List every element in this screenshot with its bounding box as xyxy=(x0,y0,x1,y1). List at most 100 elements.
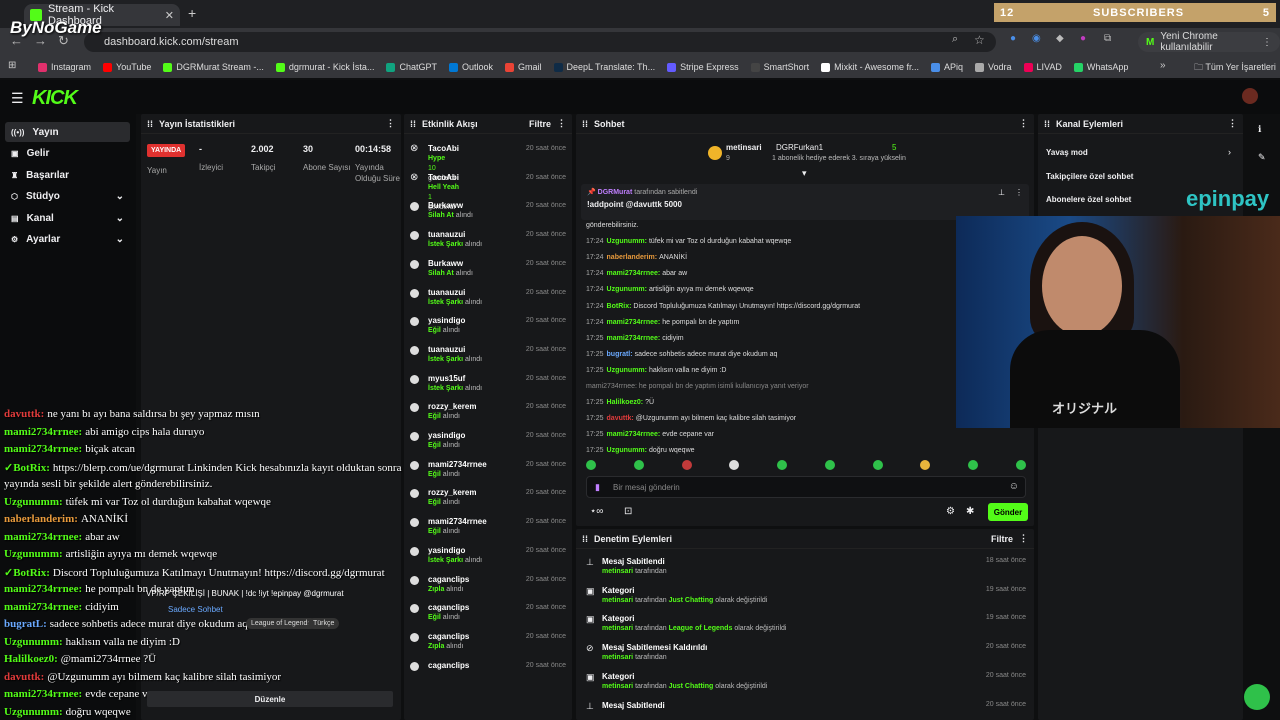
chat-message-input[interactable]: ▮ Bir mesaj gönderin ☺ xyxy=(586,476,1026,498)
sidebar-item-başarılar[interactable]: ♜ Başarılar xyxy=(5,165,130,185)
chat-text: Discord Topluluğumuza Katılmayı Unutmayı… xyxy=(633,302,861,310)
drag-handle-icon[interactable]: ⁞⁞ xyxy=(147,119,153,129)
bookmark-favicon-icon xyxy=(1023,62,1033,72)
pinned-menu-icon[interactable]: ⋮ xyxy=(1015,188,1023,197)
moderation-filter-button[interactable]: Filtre xyxy=(991,534,1013,544)
overlay-text: doğru wqeqwe xyxy=(65,705,131,718)
panel-menu-icon[interactable]: ⋮ xyxy=(1019,533,1028,544)
channel-action-item[interactable]: Yavaş mod xyxy=(1046,148,1088,157)
tab-close-icon[interactable]: ✕ xyxy=(165,9,174,22)
panel-menu-icon[interactable]: ⋮ xyxy=(1228,118,1237,129)
bookmark-star-icon[interactable]: ☆ xyxy=(974,33,985,47)
bookmark-item[interactable]: DeepL Translate: Th... xyxy=(553,62,655,72)
chat-settings-icon[interactable]: ⚙ xyxy=(946,506,955,517)
emote-icon[interactable] xyxy=(681,460,692,470)
extension-icon[interactable]: ◆ xyxy=(1056,33,1064,44)
chrome-update-button[interactable]: M Yeni Chrome kullanılabilir ⋮ xyxy=(1138,31,1280,53)
moderation-time: 18 saat önce xyxy=(985,557,1026,564)
sidebar-item-ayarlar[interactable]: ⚙ Ayarlar ⌄ xyxy=(5,230,130,250)
bookmark-item[interactable]: Gmail xyxy=(505,62,542,72)
bookmark-item[interactable]: dgrmurat - Kick İsta... xyxy=(275,62,374,72)
bookmark-item[interactable]: Mixkit - Awesome fr... xyxy=(821,62,919,72)
panel-menu-icon[interactable]: ⋮ xyxy=(1019,118,1028,129)
bookmark-favicon-icon xyxy=(667,62,677,72)
points-icon[interactable]: ⋆∞ xyxy=(590,506,603,517)
user-avatar[interactable] xyxy=(1242,88,1258,104)
extensions-puzzle-icon[interactable]: ⧉ xyxy=(1104,33,1111,44)
extension-icon[interactable]: ● xyxy=(1080,33,1086,44)
drag-handle-icon[interactable]: ⁞⁞ xyxy=(1044,119,1050,129)
mic-icon[interactable]: ▮ xyxy=(595,482,600,493)
bookmark-item[interactable]: Outlook xyxy=(448,62,493,72)
zoom-icon[interactable]: ⌕ xyxy=(952,33,958,46)
emote-icon[interactable] xyxy=(777,460,788,470)
extension-icon[interactable]: ◉ xyxy=(1032,33,1041,44)
drag-handle-icon[interactable]: ⁞⁞ xyxy=(410,119,416,129)
activity-action: alındı xyxy=(455,212,473,220)
hamburger-menu-icon[interactable]: ☰ xyxy=(11,90,24,107)
chat-username: Uzgunumm: xyxy=(606,286,647,294)
chevron-down-icon[interactable]: ⌄ xyxy=(116,191,124,202)
studio-icon: ⬡ xyxy=(11,192,18,201)
stat-label: Yayında Olduğu Süre xyxy=(355,163,400,183)
activity-action: alındı xyxy=(446,642,464,650)
emote-icon[interactable] xyxy=(968,460,979,470)
emote-icon[interactable] xyxy=(824,460,835,470)
emote-icon[interactable] xyxy=(729,460,740,470)
send-button[interactable]: Gönder xyxy=(988,503,1028,521)
category-chip: League of Legends xyxy=(246,618,316,629)
bookmark-item[interactable]: ChatGPT xyxy=(386,62,437,72)
emote-icon[interactable] xyxy=(633,460,644,470)
kick-logo[interactable]: KICK xyxy=(32,87,78,110)
overlay-text: evde cepane var xyxy=(85,688,157,700)
bookmark-item[interactable]: Instagram xyxy=(38,62,91,72)
apps-grid-icon[interactable]: ⊞ xyxy=(8,60,16,71)
activity-time: 20 saat önce xyxy=(525,518,566,526)
bookmark-item[interactable]: DGRMurat Stream -... xyxy=(163,62,264,72)
emote-icon[interactable] xyxy=(872,460,883,470)
channel-action-item[interactable]: Abonelere özel sohbet xyxy=(1046,195,1131,204)
bookmark-item[interactable]: LIVAD xyxy=(1023,62,1062,72)
sidebar-item-stüdyo[interactable]: ⬡ Stüdyo ⌄ xyxy=(5,187,130,207)
sidebar-item-gelir[interactable]: ▣ Gelir xyxy=(5,144,130,164)
info-icon[interactable]: ℹ xyxy=(1258,124,1261,135)
emoji-icon[interactable]: ☺ xyxy=(1009,481,1019,492)
expand-chevron-icon[interactable]: ▾ xyxy=(802,168,807,179)
gift-icon[interactable]: ⊡ xyxy=(624,506,632,517)
drag-handle-icon[interactable]: ⁞⁞ xyxy=(582,534,588,544)
edit-icon[interactable]: ✎ xyxy=(1258,152,1266,163)
emote-icon[interactable] xyxy=(1015,460,1026,470)
stat-label: İzleyici xyxy=(199,163,224,172)
new-tab-icon[interactable]: + xyxy=(188,5,196,21)
sidebar-item-yayın[interactable]: ((•)) Yayın xyxy=(5,122,130,142)
drag-handle-icon[interactable]: ⁞⁞ xyxy=(582,119,588,129)
panel-menu-icon[interactable]: ⋮ xyxy=(557,118,566,129)
unpin-icon[interactable]: ⊥ xyxy=(998,188,1005,197)
activity-filter-button[interactable]: Filtre xyxy=(529,119,551,129)
support-chat-icon[interactable] xyxy=(1244,684,1270,710)
bookmark-item[interactable]: SmartShort xyxy=(750,62,809,72)
chevron-down-icon[interactable]: ⌄ xyxy=(116,213,124,224)
activity-amount: 10 xyxy=(428,165,436,172)
chat-tools-icon[interactable]: ✱ xyxy=(966,506,974,517)
bookmark-item[interactable]: YouTube xyxy=(103,62,151,72)
bookmark-item[interactable]: Vodra xyxy=(975,62,1012,72)
bookmark-item[interactable]: WhatsApp xyxy=(1073,62,1128,72)
menu-kebab-icon[interactable]: ⋮ xyxy=(1262,37,1272,48)
bookmark-item[interactable]: APiq xyxy=(930,62,963,72)
emote-icon[interactable] xyxy=(920,460,931,470)
chevron-right-icon[interactable]: › xyxy=(1228,147,1231,157)
activity-reward: İstek Şarkı xyxy=(428,298,464,306)
url-input[interactable]: dashboard.kick.com/stream xyxy=(84,32,996,52)
all-bookmarks-folder[interactable]: 🗀 Tüm Yer İşaretleri xyxy=(1194,60,1276,76)
emote-icon[interactable] xyxy=(586,460,596,470)
moderation-title: Mesaj Sabitlendi xyxy=(602,557,665,566)
edit-button[interactable]: Düzenle xyxy=(147,691,393,707)
channel-action-item[interactable]: Takipçilere özel sohbet xyxy=(1046,172,1133,181)
bookmarks-overflow-icon[interactable]: » xyxy=(1160,60,1166,71)
chevron-down-icon[interactable]: ⌄ xyxy=(116,234,124,245)
extension-icon[interactable]: ● xyxy=(1010,33,1016,44)
sidebar-item-kanal[interactable]: ▤ Kanal ⌄ xyxy=(5,208,130,228)
panel-menu-icon[interactable]: ⋮ xyxy=(386,118,395,129)
bookmark-item[interactable]: Stripe Express xyxy=(667,62,739,72)
